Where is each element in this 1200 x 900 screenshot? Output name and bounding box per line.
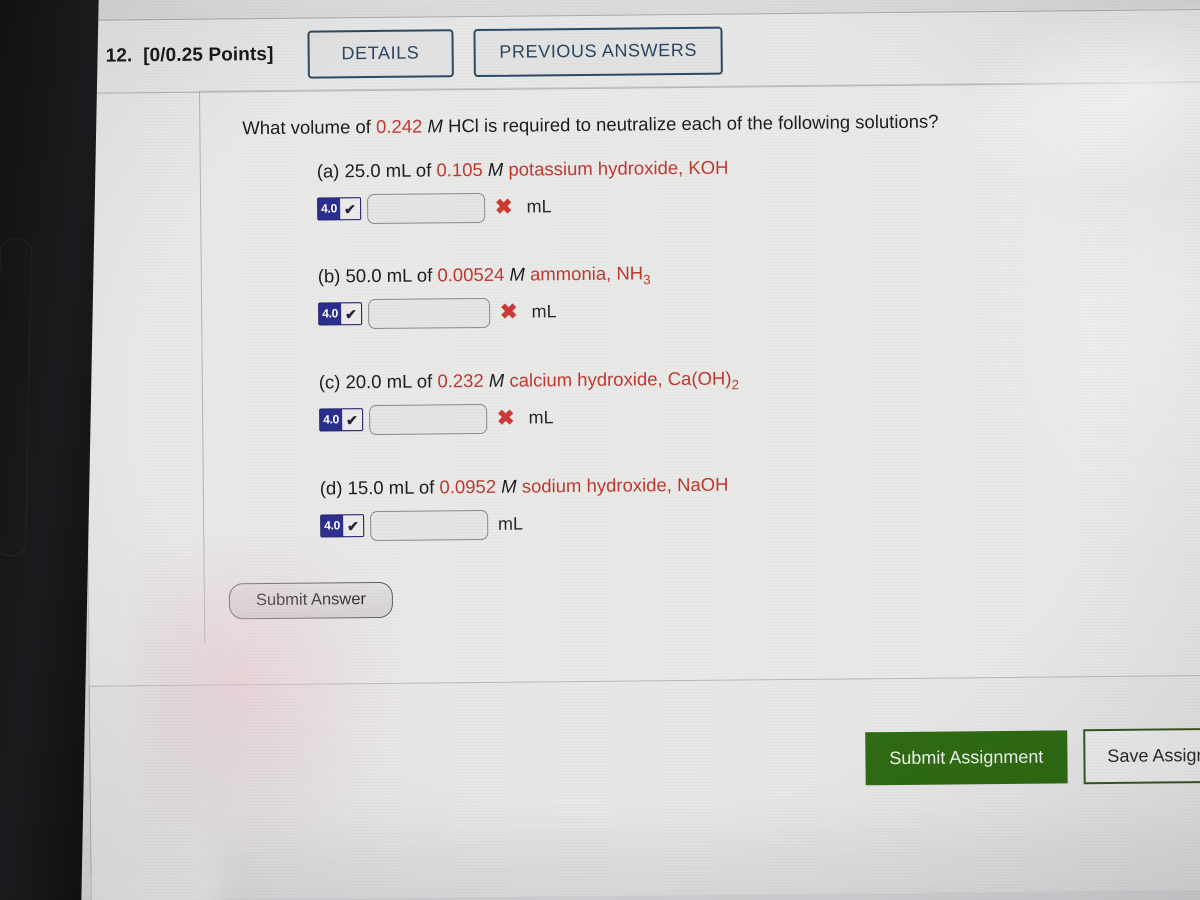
question-part-d: (d) 15.0 mL of 0.0952 M sodium hydroxide…: [320, 474, 729, 542]
part-b-molar-symbol: M: [504, 263, 525, 285]
part-a-volume: 25.0 mL of: [344, 159, 437, 182]
monitor-screen: 12. [0/0.25 Points] DETAILS PREVIOUS ANS…: [60, 0, 1200, 900]
part-a-concentration: 0.105: [436, 158, 483, 181]
unit-label-a: mL: [526, 196, 552, 217]
question-number: 12.: [105, 45, 133, 67]
sigfig-value-c: 4.0: [323, 412, 340, 427]
part-a-substance-name: potassium hydroxide,: [503, 156, 689, 180]
sigfig-value-a: 4.0: [321, 201, 338, 216]
checkmark-icon: ✔: [341, 409, 363, 431]
sigfig-value-b: 4.0: [322, 306, 339, 321]
part-b-substance-name: ammonia,: [524, 262, 617, 285]
incorrect-mark-icon: ✖: [494, 195, 513, 220]
details-button[interactable]: DETAILS: [307, 29, 454, 79]
sigfig-badge-a[interactable]: 4.0 ✔: [317, 197, 362, 221]
part-c-molar-symbol: M: [483, 369, 505, 391]
question-header: 12. [0/0.25 Points] DETAILS PREVIOUS ANS…: [82, 8, 1200, 94]
previous-answers-button[interactable]: PREVIOUS ANSWERS: [473, 26, 724, 78]
part-c-concentration: 0.232: [437, 369, 484, 392]
part-a-answer-row: 4.0 ✔ ✖ mL: [317, 190, 729, 224]
part-a-molar-symbol: M: [482, 158, 504, 180]
sigfig-value-d: 4.0: [324, 518, 341, 533]
part-c-volume: 20.0 mL of: [345, 370, 438, 393]
part-c-formula: Ca(OH): [667, 367, 732, 390]
unit-label-b: mL: [531, 301, 557, 322]
question-part-a: (a) 25.0 mL of 0.105 M potassium hydroxi…: [317, 157, 729, 225]
answer-input-b[interactable]: [367, 297, 491, 329]
part-b-formula-subscript: 3: [643, 272, 651, 288]
part-d-text: (d) 15.0 mL of 0.0952 M sodium hydroxide…: [320, 474, 729, 503]
answer-input-d[interactable]: [369, 509, 489, 541]
prompt-concentration: 0.242: [375, 115, 423, 137]
question-number-and-points: 12. [0/0.25 Points]: [106, 44, 274, 68]
submit-assignment-button[interactable]: Submit Assignment: [865, 730, 1068, 786]
answer-input-c[interactable]: [368, 403, 488, 435]
question-part-b: (b) 50.0 mL of 0.00524 M ammonia, NH3 4.…: [318, 262, 651, 329]
answer-input-a[interactable]: [366, 192, 486, 224]
checkmark-icon: ✔: [340, 303, 362, 325]
part-d-formula: NaOH: [676, 473, 729, 496]
part-a-label: (a): [316, 160, 340, 182]
part-b-volume: 50.0 mL of: [345, 264, 438, 287]
part-c-substance-name: calcium hydroxide,: [504, 368, 668, 391]
part-d-concentration: 0.0952: [439, 475, 497, 498]
question-prompt: What volume of 0.242 M HCl is required t…: [242, 111, 938, 140]
submit-answer-button[interactable]: Submit Answer: [228, 581, 394, 620]
question-body-panel: What volume of 0.242 M HCl is required t…: [199, 80, 1200, 643]
sigfig-badge-d[interactable]: 4.0 ✔: [320, 514, 365, 538]
incorrect-mark-icon: ✖: [499, 300, 518, 324]
part-b-concentration: 0.00524: [437, 263, 505, 286]
part-c-answer-row: 4.0 ✔ ✖ mL: [319, 401, 739, 435]
part-d-volume: 15.0 mL of: [347, 476, 440, 499]
part-d-label: (d): [319, 477, 343, 499]
prompt-molar-symbol: M: [422, 115, 443, 137]
sigfig-badge-b[interactable]: 4.0 ✔: [318, 302, 363, 326]
prompt-text-trailing: HCl is required to neutralize each of th…: [442, 110, 939, 137]
assignment-footer-bar: Submit Assignment Save Assignm: [88, 674, 1200, 876]
part-d-answer-row: 4.0 ✔ mL: [320, 507, 729, 541]
incorrect-mark-icon: ✖: [496, 406, 515, 431]
part-c-text: (c) 20.0 mL of 0.232 M calcium hydroxide…: [319, 368, 739, 397]
part-b-answer-row: 4.0 ✔ ✖ mL: [318, 296, 651, 329]
submit-answer-container: Submit Answer: [228, 581, 394, 620]
part-d-molar-symbol: M: [495, 475, 517, 497]
part-c-label: (c): [318, 371, 341, 393]
question-part-c: (c) 20.0 mL of 0.232 M calcium hydroxide…: [319, 368, 740, 436]
part-a-formula: KOH: [688, 156, 729, 178]
checkmark-icon: ✔: [342, 515, 364, 537]
part-b-label: (b): [317, 265, 341, 287]
sigfig-badge-c[interactable]: 4.0 ✔: [319, 408, 364, 432]
part-b-formula: NH: [616, 262, 644, 284]
part-d-substance-name: sodium hydroxide,: [516, 474, 678, 497]
unit-label-c: mL: [528, 407, 554, 428]
part-a-text: (a) 25.0 mL of 0.105 M potassium hydroxi…: [317, 157, 729, 186]
part-c-formula-subscript: 2: [731, 377, 740, 393]
save-assignment-button[interactable]: Save Assignm: [1083, 727, 1200, 785]
unit-label-d: mL: [497, 513, 524, 535]
part-b-text: (b) 50.0 mL of 0.00524 M ammonia, NH3: [318, 262, 651, 290]
question-points: [0/0.25 Points]: [143, 43, 274, 67]
monitor-photo-frame: 12. [0/0.25 Points] DETAILS PREVIOUS ANS…: [0, 0, 1200, 900]
assignment-actions: Submit Assignment Save Assignm: [865, 727, 1200, 787]
checkmark-icon: ✔: [339, 198, 361, 220]
prompt-text-leading: What volume of: [242, 115, 377, 139]
